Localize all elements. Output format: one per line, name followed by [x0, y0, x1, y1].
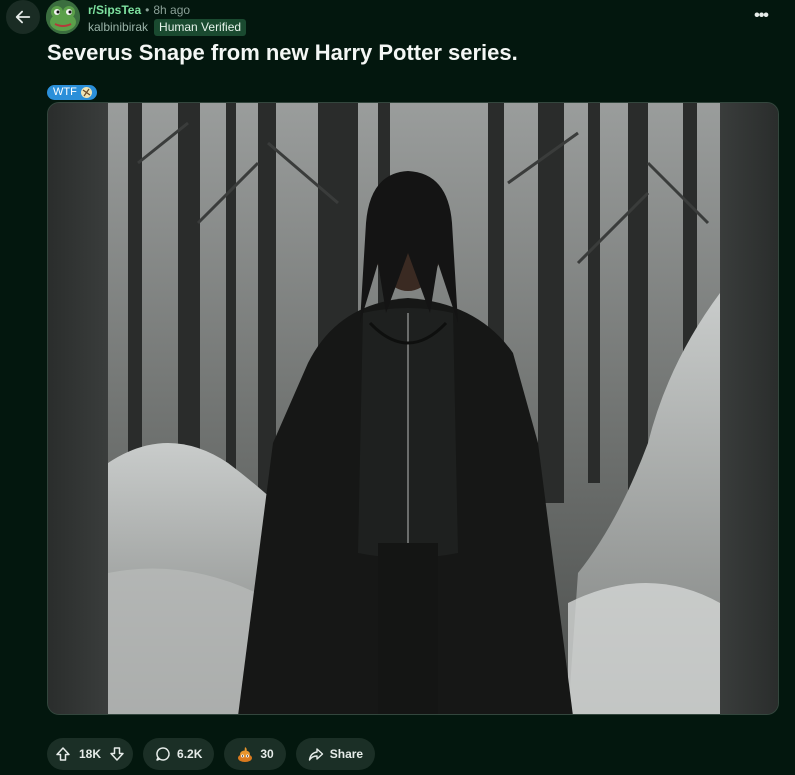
post-flair-label: WTF: [53, 86, 77, 98]
comment-bubble-icon: [156, 747, 170, 761]
subreddit-avatar[interactable]: [46, 0, 80, 34]
arrow-left-icon: [15, 10, 31, 24]
share-arrow-icon: [308, 748, 323, 761]
post-image: [108, 103, 720, 714]
post-media[interactable]: [47, 102, 779, 715]
share-button[interactable]: Share: [295, 738, 376, 770]
upvote-button[interactable]: [55, 746, 71, 762]
meta-separator: •: [145, 3, 150, 17]
media-blur-right: [718, 103, 778, 714]
downvote-button[interactable]: [109, 746, 125, 762]
award-button[interactable]: 30: [224, 738, 286, 770]
share-label: Share: [329, 747, 364, 761]
vote-control: 18K: [47, 738, 134, 770]
author-link[interactable]: kalbinibirak: [88, 20, 148, 35]
media-blur-left: [48, 103, 108, 714]
post-title: Severus Snape from new Harry Potter seri…: [47, 40, 518, 65]
award-count: 30: [260, 747, 274, 761]
flair-emoji-icon: [80, 87, 92, 98]
subreddit-link[interactable]: r/SipsTea: [88, 3, 141, 18]
post-flair[interactable]: WTF: [47, 85, 97, 100]
back-button[interactable]: [6, 0, 40, 34]
award-emoji-icon: [238, 747, 253, 762]
action-bar: 18K 6.2K 30 Share: [47, 738, 376, 770]
downvote-arrow-icon: [110, 747, 124, 761]
frog-icon: [46, 0, 80, 34]
post-meta: r/SipsTea • 8h ago kalbinibirak Human Ve…: [88, 3, 247, 36]
more-options-button[interactable]: •••: [747, 4, 775, 28]
post-time: 8h ago: [153, 3, 191, 17]
upvote-arrow-icon: [56, 747, 70, 761]
more-icon: •••: [754, 7, 769, 24]
vote-count: 18K: [79, 747, 102, 761]
comments-button[interactable]: 6.2K: [143, 738, 215, 770]
comment-count: 6.2K: [177, 747, 203, 761]
user-flair-badge: Human Verified: [154, 19, 247, 36]
